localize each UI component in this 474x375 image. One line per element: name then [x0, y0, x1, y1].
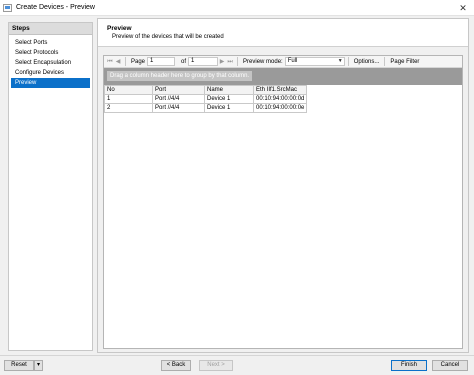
toolbar-separator: [237, 57, 239, 66]
options-button[interactable]: Options...: [354, 59, 380, 65]
column-header-no[interactable]: No: [104, 85, 153, 95]
steps-sidebar: Steps Select Ports Select Protocols Sele…: [8, 22, 93, 351]
column-header-port[interactable]: Port: [152, 85, 205, 95]
last-page-icon[interactable]: ⏭: [226, 57, 234, 67]
main-panel: Preview Preview of the devices that will…: [97, 18, 469, 353]
table-row[interactable]: 2 Port //4/4 Device 1 00:10:94:00:00:0e: [104, 103, 308, 113]
page-title: Preview: [107, 25, 132, 32]
group-by-hint: Drag a column header here to group by th…: [107, 71, 253, 81]
step-configure-devices[interactable]: Configure Devices: [9, 68, 92, 78]
cell-src-mac: 00:10:94:00:00:0e: [252, 103, 308, 113]
page-input[interactable]: 1: [147, 57, 176, 66]
table-header-row: No Port Name Eth IIf1.SrcMac: [104, 85, 308, 95]
grid-toolbar: ⏮ ◀ Page 1 of 1 ▶ ⏭ Preview mode: Full ▼…: [104, 56, 462, 68]
reset-dropdown-arrow-icon[interactable]: ▾: [34, 360, 43, 371]
devices-table: No Port Name Eth IIf1.SrcMac 1 Port //4/…: [104, 85, 308, 113]
finish-button[interactable]: Finish: [391, 360, 427, 371]
prev-page-icon[interactable]: ◀: [114, 57, 122, 67]
cell-src-mac: 00:10:94:00:00:0d: [252, 94, 308, 104]
steps-header: Steps: [9, 23, 92, 35]
step-select-encapsulation[interactable]: Select Encapsulation: [9, 58, 92, 68]
next-page-icon[interactable]: ▶: [218, 57, 226, 67]
page-subtitle: Preview of the devices that will be crea…: [112, 34, 224, 40]
table-row[interactable]: 1 Port //4/4 Device 1 00:10:94:00:00:0d: [104, 94, 308, 104]
toolbar-separator: [125, 57, 126, 66]
cell-name: Device 1: [204, 103, 254, 113]
step-preview[interactable]: Preview: [11, 78, 90, 88]
preview-grid: ⏮ ◀ Page 1 of 1 ▶ ⏭ Preview mode: Full ▼…: [103, 55, 463, 349]
total-pages-field: 1: [188, 57, 219, 66]
chevron-down-icon: ▼: [337, 58, 343, 64]
first-page-icon[interactable]: ⏮: [106, 57, 114, 67]
title-bar: Create Devices - Preview ✕: [0, 0, 474, 16]
preview-mode-label: Preview mode:: [243, 58, 283, 65]
step-select-protocols[interactable]: Select Protocols: [9, 48, 92, 58]
toolbar-separator: [384, 57, 386, 66]
group-by-area[interactable]: Drag a column header here to group by th…: [104, 68, 462, 85]
step-select-ports[interactable]: Select Ports: [9, 38, 92, 48]
cell-name: Device 1: [204, 94, 254, 104]
preview-mode-dropdown[interactable]: Full ▼: [284, 57, 345, 66]
app-window-icon: [3, 3, 12, 12]
close-icon[interactable]: ✕: [457, 2, 469, 14]
column-header-name[interactable]: Name: [204, 85, 254, 95]
back-button[interactable]: < Back: [161, 360, 191, 371]
cell-no: 2: [104, 103, 153, 113]
reset-button[interactable]: Reset: [4, 360, 34, 371]
toolbar-separator: [347, 57, 349, 66]
footer-divider: [0, 355, 474, 356]
cell-no: 1: [104, 94, 153, 104]
cell-port: Port //4/4: [152, 94, 205, 104]
cancel-button[interactable]: Cancel: [432, 360, 468, 371]
next-button[interactable]: Next >: [199, 360, 233, 371]
page-label: Page: [131, 58, 146, 65]
preview-header: Preview Preview of the devices that will…: [98, 19, 468, 47]
steps-list: Select Ports Select Protocols Select Enc…: [9, 35, 92, 88]
window-title: Create Devices - Preview: [16, 4, 95, 11]
column-header-src-mac[interactable]: Eth IIf1.SrcMac: [252, 85, 308, 95]
page-filter-button[interactable]: Page Filter: [390, 59, 419, 65]
cell-port: Port //4/4: [152, 103, 205, 113]
preview-mode-value: Full: [287, 58, 298, 64]
of-label: of: [181, 58, 187, 65]
